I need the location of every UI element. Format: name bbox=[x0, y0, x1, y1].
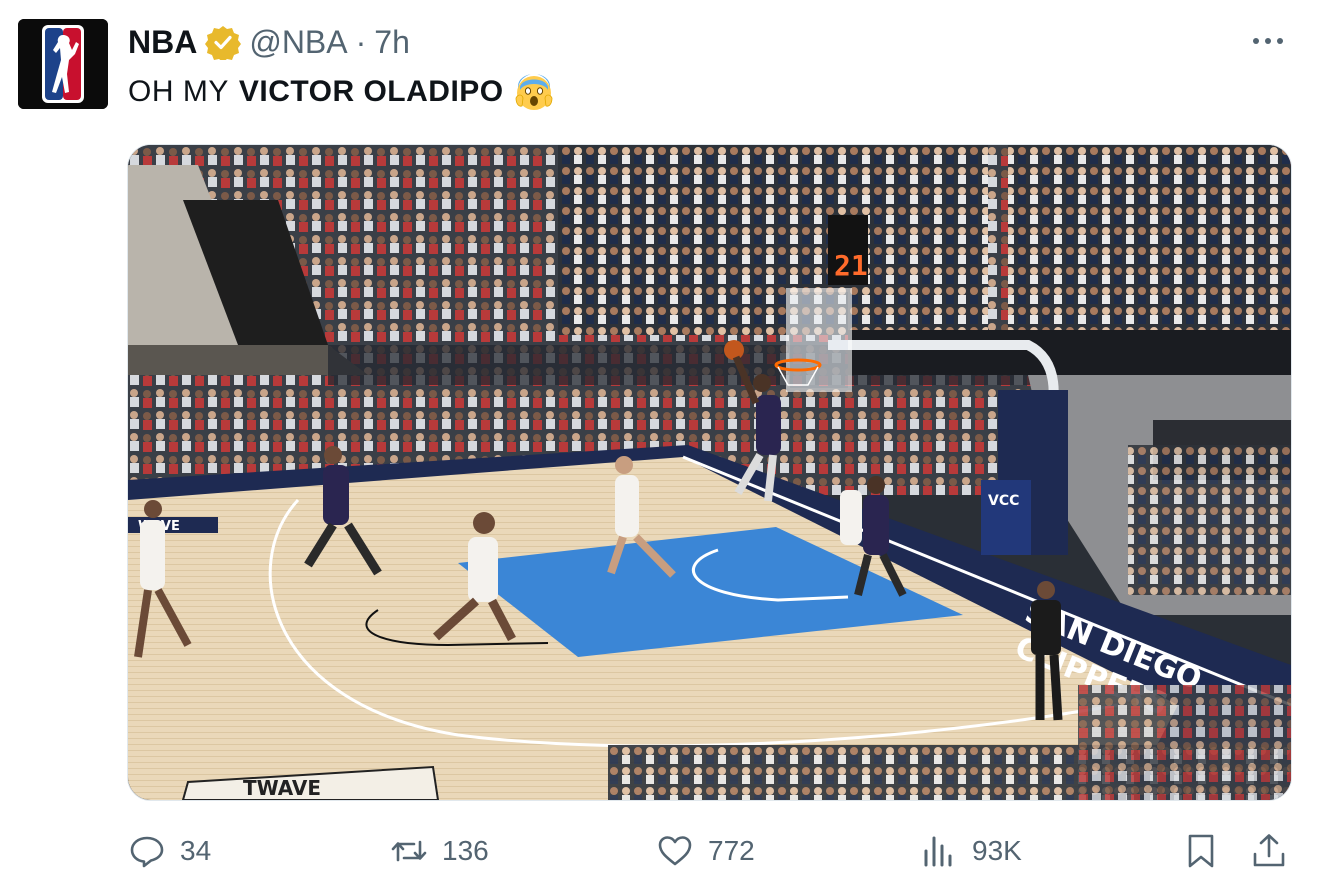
views-count: 93K bbox=[972, 835, 1022, 866]
tweet-card: NBA @NBA · 7h OH MY VICTOR OLADIPO TWAVE… bbox=[0, 0, 1328, 888]
tweet-header: NBA @NBA · 7h bbox=[128, 20, 410, 64]
wave-sign-text: TWAVE bbox=[243, 776, 321, 800]
retweet-count: 136 bbox=[442, 835, 489, 866]
tweet-actions-bar: 34 136 772 93K bbox=[128, 826, 1292, 876]
baseline-logo-text: VCC bbox=[988, 493, 1019, 509]
bookmark-icon bbox=[1188, 834, 1214, 868]
separator-dot: · bbox=[355, 23, 367, 60]
more-options-button[interactable] bbox=[1248, 26, 1288, 56]
like-icon bbox=[658, 836, 692, 866]
tweet-timestamp[interactable]: 7h bbox=[374, 24, 410, 61]
basketball-scene-image: WAVE TWAVE SAN DIEGO CLIPPERS VCC 21 bbox=[128, 145, 1291, 800]
tweet-text: OH MY VICTOR OLADIPO bbox=[128, 72, 554, 112]
retweet-icon bbox=[391, 840, 427, 862]
like-button[interactable]: 772 bbox=[656, 826, 755, 876]
tweet-text-bold: VICTOR OLADIPO bbox=[238, 75, 504, 108]
bookmark-button[interactable] bbox=[1182, 826, 1220, 876]
views-button[interactable]: 93K bbox=[920, 826, 1022, 876]
retweet-button[interactable]: 136 bbox=[390, 826, 489, 876]
author-avatar[interactable] bbox=[18, 19, 108, 109]
views-icon bbox=[924, 836, 952, 867]
share-button[interactable] bbox=[1250, 826, 1288, 876]
like-count: 772 bbox=[708, 835, 755, 866]
more-options-icon bbox=[1253, 38, 1283, 44]
shot-clock-text: 21 bbox=[834, 249, 868, 282]
author-handle[interactable]: @NBA bbox=[249, 24, 347, 61]
reply-count: 34 bbox=[180, 835, 212, 866]
screaming-face-icon bbox=[514, 72, 554, 112]
share-icon bbox=[1253, 834, 1285, 867]
author-name[interactable]: NBA bbox=[128, 24, 197, 61]
reply-icon bbox=[130, 836, 164, 868]
reply-button[interactable]: 34 bbox=[128, 826, 211, 876]
tweet-text-prefix: OH MY bbox=[128, 75, 229, 108]
nba-logo-icon bbox=[18, 19, 108, 109]
verified-badge-icon bbox=[205, 24, 242, 62]
tweet-media-photo[interactable]: WAVE TWAVE SAN DIEGO CLIPPERS VCC 21 bbox=[127, 144, 1292, 801]
